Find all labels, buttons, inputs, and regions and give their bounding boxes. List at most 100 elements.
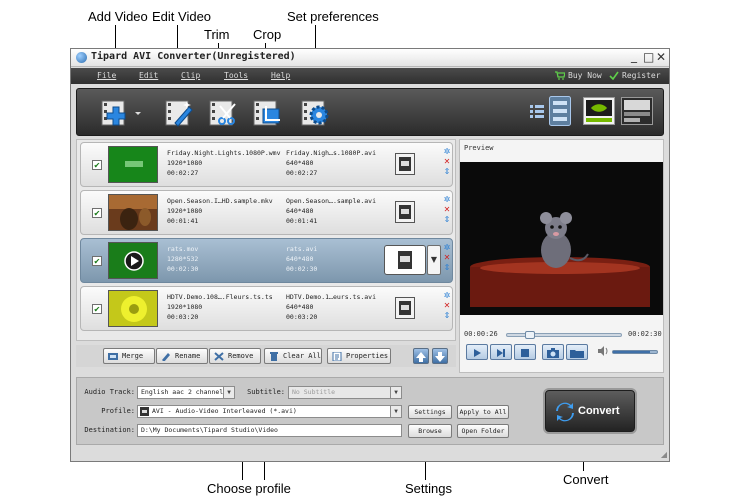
- volume-level: [613, 351, 651, 353]
- row-move-icon-2[interactable]: ⇕: [443, 215, 451, 225]
- register-link[interactable]: Register: [622, 71, 661, 80]
- seek-handle[interactable]: [524, 331, 535, 339]
- menu-file[interactable]: File: [97, 71, 116, 80]
- profile-select[interactable]: AVI - Audio-Video Interleaved (*.avi) ▼: [137, 405, 402, 418]
- audio-track-select[interactable]: English aac 2 channels (0 ▼: [137, 386, 235, 399]
- row-checkbox-1[interactable]: ✔: [92, 160, 102, 170]
- edit-video-icon[interactable]: [163, 97, 195, 129]
- app-window: Tipard AVI Converter(Unregistered) _ □ ✕…: [70, 48, 670, 462]
- minimize-button[interactable]: _: [631, 49, 637, 63]
- row-move-icon-1[interactable]: ⇕: [443, 167, 451, 177]
- format-button-2[interactable]: [395, 201, 415, 223]
- resize-grip-icon[interactable]: ◢: [661, 450, 667, 459]
- seek-bar[interactable]: [506, 331, 622, 339]
- list-button-bar: Merge Rename Remove Clear All Properties: [76, 345, 456, 367]
- row-remove-icon-2[interactable]: ✕: [443, 205, 451, 215]
- stop-button[interactable]: [514, 344, 536, 360]
- rename-icon: [162, 353, 170, 361]
- properties-button[interactable]: Properties: [327, 348, 391, 364]
- row-checkbox-3[interactable]: ✔: [92, 256, 102, 266]
- move-down-button[interactable]: [432, 348, 448, 364]
- close-button[interactable]: ✕: [656, 50, 666, 64]
- arrow-up-icon: [416, 352, 426, 362]
- target-info-2: Open.Season….sample.avi 640*480 00:01:41: [286, 197, 377, 225]
- file-row-1[interactable]: ✔ Friday.Night.Lights.1080P.wmv 1920*1080…: [80, 142, 453, 187]
- remove-button[interactable]: Remove: [209, 348, 261, 364]
- row-settings-icon-4[interactable]: ✲: [443, 291, 451, 301]
- row-settings-icon-1[interactable]: ✲: [443, 147, 451, 157]
- row-checkbox-2[interactable]: ✔: [92, 208, 102, 218]
- chevron-down-icon: ▼: [390, 406, 401, 417]
- menu-clip[interactable]: Clip: [181, 71, 200, 80]
- video-thumbnail-3: [108, 242, 158, 279]
- row-checkbox-4[interactable]: ✔: [92, 304, 102, 314]
- open-folder-button[interactable]: Open Folder: [457, 424, 509, 438]
- play-button[interactable]: [466, 344, 488, 360]
- stop-icon: [521, 349, 529, 357]
- next-frame-icon: [497, 349, 505, 357]
- title-bar: Tipard AVI Converter(Unregistered) _ □ ✕: [71, 49, 669, 67]
- remove-icon: [214, 352, 224, 361]
- trash-icon: [270, 352, 278, 361]
- row-remove-icon-4[interactable]: ✕: [443, 301, 451, 311]
- volume-slider[interactable]: [612, 350, 658, 354]
- merge-button[interactable]: Merge: [103, 348, 155, 364]
- row-move-icon-3[interactable]: ⇕: [443, 263, 451, 273]
- source-info-3: rats.mov 1280*532 00:02:30: [167, 245, 199, 273]
- menu-edit[interactable]: Edit: [139, 71, 158, 80]
- row-remove-icon-1[interactable]: ✕: [443, 157, 451, 167]
- play-icon: [474, 349, 481, 357]
- chevron-down-icon: ▼: [390, 387, 401, 398]
- source-info-2: Open.Season.I…HD.sample.mkv 1920*1080 00:0…: [167, 197, 273, 225]
- format-button-3[interactable]: [384, 245, 426, 275]
- row-move-icon-4[interactable]: ⇕: [443, 311, 451, 321]
- format-button-1[interactable]: [395, 153, 415, 175]
- list-view-icon[interactable]: [529, 103, 545, 119]
- subtitle-select[interactable]: No Subtitle ▼: [288, 386, 402, 399]
- row-settings-icon-2[interactable]: ✲: [443, 195, 451, 205]
- format-button-4[interactable]: [395, 297, 415, 319]
- trim-icon[interactable]: [207, 97, 239, 129]
- camera-icon: [547, 348, 559, 358]
- rename-button[interactable]: Rename: [156, 348, 208, 364]
- annotation-choose-profile: Choose profile: [207, 481, 291, 496]
- menu-help[interactable]: Help: [271, 71, 290, 80]
- preferences-icon[interactable]: [299, 97, 331, 129]
- avi-format-icon: [140, 407, 149, 416]
- arrow-down-icon: [435, 352, 445, 362]
- add-video-icon[interactable]: [99, 97, 141, 129]
- menu-tools[interactable]: Tools: [224, 71, 248, 80]
- amd-icon: [621, 97, 653, 125]
- move-up-button[interactable]: [413, 348, 429, 364]
- buy-now-link[interactable]: Buy Now: [568, 71, 602, 80]
- apply-to-all-button[interactable]: Apply to All: [457, 405, 509, 419]
- settings-button[interactable]: Settings: [408, 405, 452, 419]
- volume-icon: [598, 346, 608, 356]
- annotation-add-video: Add Video: [88, 9, 148, 24]
- clear-all-button[interactable]: Clear All: [264, 348, 322, 364]
- row-remove-icon-3[interactable]: ✕: [443, 253, 451, 263]
- detail-view-icon[interactable]: [549, 96, 571, 126]
- convert-label: Convert: [578, 405, 620, 417]
- row-settings-icon-3[interactable]: ✲: [443, 243, 451, 253]
- convert-icon: [556, 402, 574, 422]
- convert-button[interactable]: Convert: [545, 390, 635, 432]
- file-row-2[interactable]: ✔ Open.Season.I…HD.sample.mkv 1920*1080 00…: [80, 190, 453, 235]
- crop-icon[interactable]: [251, 97, 283, 129]
- snapshot-button[interactable]: [542, 344, 564, 360]
- open-folder-snap-button[interactable]: [566, 344, 588, 360]
- maximize-button[interactable]: □: [643, 50, 654, 64]
- annotation-settings: Settings: [405, 481, 452, 496]
- chevron-down-icon: ▼: [223, 387, 234, 398]
- browse-button[interactable]: Browse: [408, 424, 452, 438]
- file-row-3[interactable]: ✔ rats.mov 1280*532 00:02:30 rats.avi 640*4…: [80, 238, 453, 283]
- target-info-1: Friday.Nigh…s.1080P.avi 640*480 00:02:27: [286, 149, 377, 177]
- next-frame-button[interactable]: [490, 344, 512, 360]
- annotation-set-preferences: Set preferences: [287, 9, 379, 24]
- format-dropdown-3[interactable]: ▼: [427, 245, 441, 275]
- merge-icon: [108, 353, 118, 360]
- file-row-4[interactable]: ✔ HDTV.Demo.108….Fleurs.ts.ts 1920*1080 00…: [80, 286, 453, 331]
- destination-input[interactable]: D:\My Documents\Tipard Studio\Video: [137, 424, 402, 437]
- toolbar: [76, 88, 664, 136]
- preview-label: Preview: [464, 144, 494, 152]
